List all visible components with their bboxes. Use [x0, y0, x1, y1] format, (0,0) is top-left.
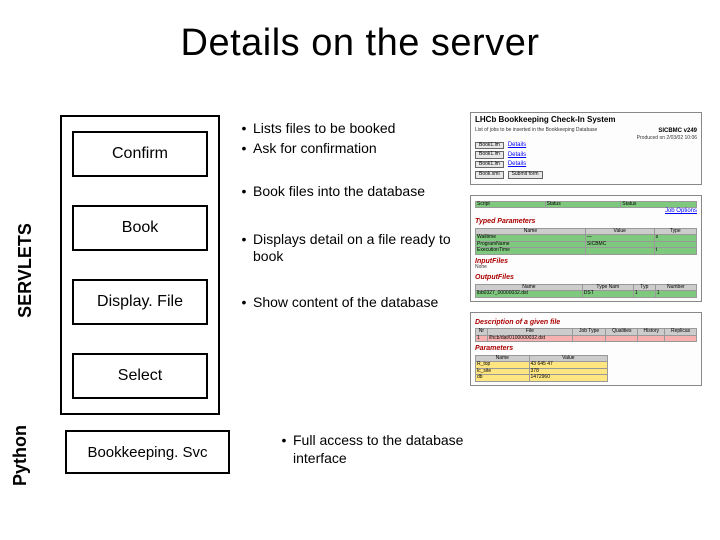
desc-python-0: Full access to the database interface	[293, 432, 475, 467]
desc-confirm-0: Lists files to be booked	[253, 120, 460, 138]
python-svc-box: Bookkeeping. Svc	[65, 430, 230, 474]
servlet-confirm: Confirm	[72, 131, 208, 177]
screenshot-params: ScriptStatusStatus Job Options Typed Par…	[470, 195, 702, 302]
servlet-book: Book	[72, 205, 208, 251]
servlet-descriptions: •Lists files to be booked •Ask for confi…	[235, 118, 460, 333]
screenshot-checkin: LHCb Bookkeeping Check-In System List of…	[470, 112, 702, 185]
servlets-label: SERVLETS	[15, 223, 36, 318]
desc-display-0: Displays detail on a file ready to book	[253, 231, 460, 266]
desc-book-0: Book files into the database	[253, 183, 460, 201]
desc-confirm-1: Ask for confirmation	[253, 140, 460, 158]
screenshots-column: LHCb Bookkeeping Check-In System List of…	[470, 112, 702, 396]
page-title: Details on the server	[0, 0, 720, 75]
python-label: Python	[10, 425, 31, 486]
screenshot-file: Description of a given file NrFileJob Ty…	[470, 312, 702, 386]
desc-select-0: Show content of the database	[253, 294, 460, 312]
servlet-select: Select	[72, 353, 208, 399]
servlet-display: Display. File	[72, 279, 208, 325]
servlets-group: Confirm Book Display. File Select	[60, 115, 220, 415]
